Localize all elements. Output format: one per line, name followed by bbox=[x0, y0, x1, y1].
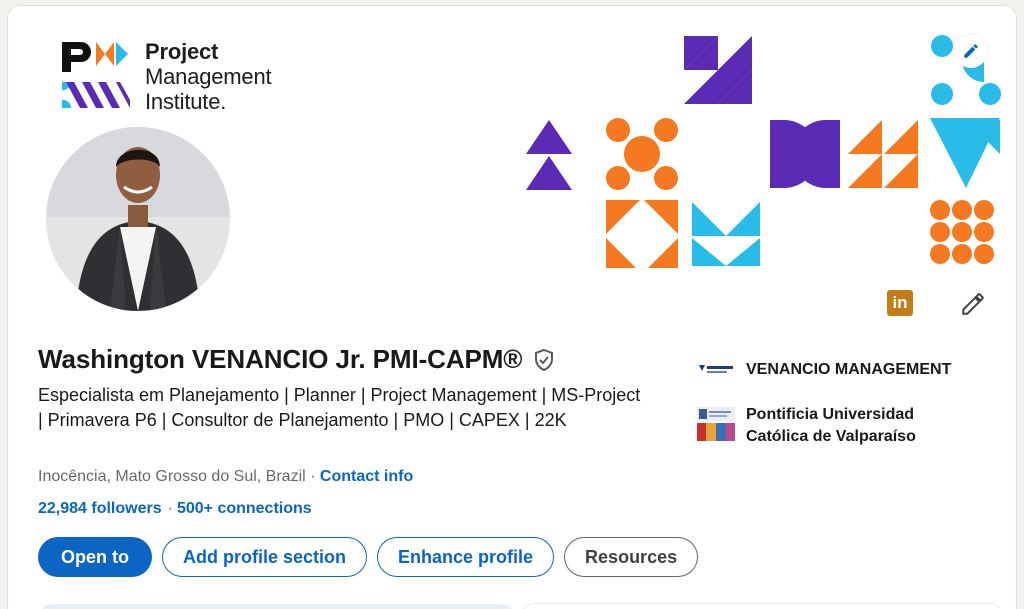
resources-button[interactable]: Resources bbox=[564, 537, 699, 577]
pencil-icon bbox=[962, 293, 984, 315]
edit-intro-button[interactable] bbox=[958, 289, 988, 319]
profile-card: Project Management Institute. in Washing… bbox=[8, 6, 1016, 609]
profile-name: Washington VENANCIO Jr. PMI-CAPM® bbox=[38, 344, 523, 374]
edit-cover-button[interactable] bbox=[954, 34, 988, 68]
connections-link[interactable]: 500+ connections bbox=[177, 500, 312, 517]
pucv-logo-icon bbox=[696, 404, 736, 444]
person-photo-icon bbox=[46, 127, 230, 311]
school-name: Pontificia Universidad Católica de Valpa… bbox=[746, 406, 916, 445]
geometric-pattern-art bbox=[526, 35, 1001, 268]
pmi-line-2: Management bbox=[145, 64, 272, 89]
next-card-left bbox=[40, 604, 514, 609]
location-separator: · bbox=[305, 468, 320, 485]
location-text: Inocência, Mato Grosso do Sul, Brazil bbox=[38, 468, 306, 485]
profile-photo[interactable] bbox=[42, 123, 234, 315]
profile-headline: Especialista em Planejamento | Planner |… bbox=[38, 385, 641, 430]
pmi-line-1: Project bbox=[145, 39, 219, 64]
pmi-wordmark: Project Management Institute. bbox=[145, 39, 272, 114]
pmi-logo-icon bbox=[62, 42, 130, 108]
education-item[interactable]: Pontificia Universidad Católica de Valpa… bbox=[696, 404, 951, 448]
enhance-profile-button[interactable]: Enhance profile bbox=[377, 537, 555, 577]
pencil-icon bbox=[964, 44, 978, 58]
network-row: 22,984 followers · 500+ connections bbox=[38, 500, 312, 518]
followers-link[interactable]: 22,984 followers bbox=[38, 500, 162, 517]
venancio-logo-icon bbox=[696, 350, 736, 390]
next-card-right bbox=[522, 604, 1002, 609]
add-profile-section-button[interactable]: Add profile section bbox=[162, 537, 368, 577]
pmi-line-3: Institute. bbox=[145, 89, 227, 114]
location-row: Inocência, Mato Grosso do Sul, Brazil · … bbox=[38, 468, 413, 486]
profile-actions: Open to Add profile section Enhance prof… bbox=[38, 537, 699, 577]
contact-info-link[interactable]: Contact info bbox=[320, 468, 413, 485]
current-company-item[interactable]: VENANCIO MANAGEMENT bbox=[696, 350, 951, 390]
linkedin-badge-icon[interactable]: in bbox=[887, 290, 913, 316]
open-to-button[interactable]: Open to bbox=[38, 537, 152, 577]
verified-shield-icon[interactable] bbox=[532, 348, 556, 372]
network-separator: · bbox=[167, 500, 173, 517]
profile-name-row: Washington VENANCIO Jr. PMI-CAPM® bbox=[38, 344, 556, 375]
company-name: VENANCIO MANAGEMENT bbox=[746, 361, 952, 378]
experience-education-list: VENANCIO MANAGEMENT Pontificia Universid… bbox=[696, 350, 951, 462]
